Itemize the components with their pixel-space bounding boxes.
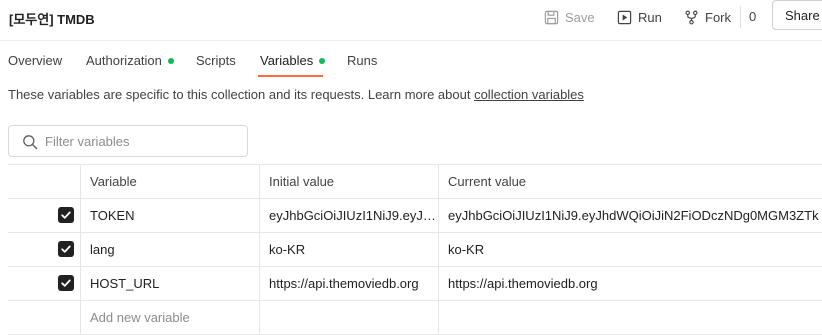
filter-variables-field[interactable] bbox=[8, 125, 248, 157]
status-dot bbox=[167, 57, 174, 64]
new-current-value-cell[interactable] bbox=[438, 301, 822, 334]
column-header-variable: Variable bbox=[80, 165, 259, 198]
save-label: Save bbox=[565, 9, 595, 25]
search-icon bbox=[23, 135, 38, 150]
current-value-cell[interactable]: https://api.themoviedb.org bbox=[438, 267, 822, 300]
variable-name-cell[interactable]: TOKEN bbox=[80, 199, 259, 232]
table-row: HOST_URL https://api.themoviedb.org http… bbox=[8, 267, 822, 301]
table-row: lang ko-KR ko-KR bbox=[8, 233, 822, 267]
row-checkbox-cell bbox=[8, 301, 80, 334]
tab-scripts[interactable]: Scripts bbox=[196, 53, 236, 68]
enable-checkbox[interactable] bbox=[58, 207, 74, 223]
add-new-variable-input[interactable]: Add new variable bbox=[80, 301, 259, 334]
run-button[interactable]: Run bbox=[617, 8, 662, 26]
tab-variables[interactable]: Variables bbox=[260, 53, 326, 68]
check-icon bbox=[61, 279, 71, 287]
check-icon bbox=[61, 211, 71, 219]
filter-variables-input[interactable] bbox=[45, 132, 240, 150]
variable-name-cell[interactable]: HOST_URL bbox=[80, 267, 259, 300]
variables-description: These variables are specific to this col… bbox=[8, 87, 584, 102]
tab-authorization[interactable]: Authorization bbox=[86, 53, 174, 68]
enable-checkbox[interactable] bbox=[58, 241, 74, 257]
collection-variables-link[interactable]: collection variables bbox=[474, 87, 584, 102]
column-header-initial-value: Initial value bbox=[259, 165, 438, 198]
description-text: These variables are specific to this col… bbox=[8, 87, 475, 102]
header-checkbox-cell bbox=[8, 165, 80, 198]
fork-divider bbox=[740, 6, 741, 28]
collection-title: [모두연] TMDB bbox=[9, 12, 95, 27]
enable-checkbox[interactable] bbox=[58, 275, 74, 291]
current-value-cell[interactable]: ko-KR bbox=[438, 233, 822, 266]
row-checkbox-cell bbox=[8, 267, 80, 300]
variable-name-cell[interactable]: lang bbox=[80, 233, 259, 266]
fork-icon bbox=[685, 10, 698, 24]
new-initial-value-cell[interactable] bbox=[259, 301, 438, 334]
fork-count[interactable]: 0 bbox=[749, 9, 756, 24]
tab-label: Scripts bbox=[196, 53, 236, 68]
share-button[interactable]: Share bbox=[772, 0, 822, 30]
row-checkbox-cell bbox=[8, 199, 80, 232]
current-value-cell[interactable]: eyJhbGciOiJIUzI1NiJ9.eyJhdWQiOiJiN2FiODc… bbox=[438, 199, 822, 232]
fork-label: Fork bbox=[705, 9, 731, 25]
run-label: Run bbox=[638, 9, 662, 25]
initial-value-cell[interactable]: ko-KR bbox=[259, 233, 438, 266]
tab-runs[interactable]: Runs bbox=[347, 53, 377, 68]
save-button[interactable]: Save bbox=[544, 8, 595, 26]
variables-table: Variable Initial value Current value TOK… bbox=[8, 164, 822, 335]
tab-label: Overview bbox=[8, 53, 63, 68]
initial-value-cell[interactable]: eyJhbGciOiJIUzI1NiJ9.eyJhZGQiOiJiN2FiODc… bbox=[259, 199, 438, 232]
initial-value-cell[interactable]: https://api.themoviedb.org bbox=[259, 267, 438, 300]
add-variable-row: Add new variable bbox=[8, 301, 822, 335]
active-tab-indicator bbox=[258, 75, 323, 77]
column-header-current-value: Current value bbox=[438, 165, 822, 198]
check-icon bbox=[61, 245, 71, 253]
play-icon bbox=[617, 10, 632, 24]
fork-button[interactable]: Fork bbox=[684, 8, 731, 26]
tab-label: Authorization bbox=[86, 53, 162, 68]
tab-overview[interactable]: Overview bbox=[8, 53, 62, 68]
status-dot bbox=[319, 57, 326, 64]
collection-header: [모두연] TMDB Save Run Fork 0 Share bbox=[0, 0, 822, 41]
table-header-row: Variable Initial value Current value bbox=[8, 165, 822, 199]
tab-label: Variables bbox=[260, 53, 314, 68]
tab-label: Runs bbox=[347, 53, 378, 68]
save-icon bbox=[544, 10, 559, 24]
row-checkbox-cell bbox=[8, 233, 80, 266]
collection-tabs: Overview Authorization Scripts Variables… bbox=[0, 41, 822, 77]
table-row: TOKEN eyJhbGciOiJIUzI1NiJ9.eyJhZGQiOiJiN… bbox=[8, 199, 822, 233]
